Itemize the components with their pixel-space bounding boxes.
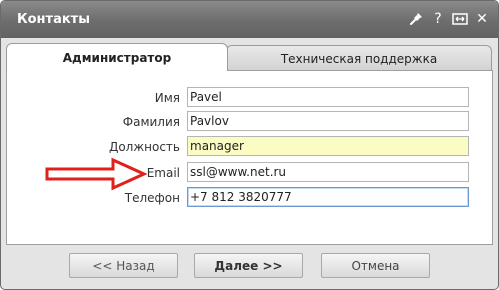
first-name-row: Имя Pavel [7,87,492,109]
first-name-label: Имя [154,91,180,105]
title-bar-icons: ? ✕ [408,10,490,28]
close-icon[interactable]: ✕ [474,10,490,28]
email-label: Email [146,166,180,180]
dialog-title: Контакты [17,12,90,27]
position-row: Должность manager [7,136,492,158]
form-panel: Имя Pavel Фамилия Pavlov Должность manag… [6,70,493,245]
back-button[interactable]: << Назад [69,253,178,278]
last-name-label: Фамилия [122,115,180,129]
first-name-field[interactable]: Pavel [187,87,469,107]
phone-label: Телефон [124,191,180,205]
phone-field[interactable]: +7 812 3820777 [187,187,469,207]
last-name-row: Фамилия Pavlov [7,111,492,133]
help-icon[interactable]: ? [430,10,446,28]
resize-icon[interactable] [452,10,468,28]
tab-bar: Администратор Техническая поддержка [6,41,493,71]
next-button[interactable]: Далее >> [194,253,303,278]
tab-tech-support[interactable]: Техническая поддержка [226,45,492,71]
position-label: Должность [108,140,180,154]
last-name-field[interactable]: Pavlov [187,111,469,131]
email-field[interactable]: ssl@www.net.ru [187,162,469,182]
tab-administrator[interactable]: Администратор [6,43,228,71]
contacts-dialog: Контакты ? ✕ Администратор Техническая п… [0,0,499,290]
pin-icon[interactable] [408,10,424,28]
red-arrow-icon [45,157,147,191]
position-field[interactable]: manager [187,136,469,156]
title-bar[interactable]: Контакты ? ✕ [1,1,498,38]
cancel-button[interactable]: Отмена [321,253,430,278]
